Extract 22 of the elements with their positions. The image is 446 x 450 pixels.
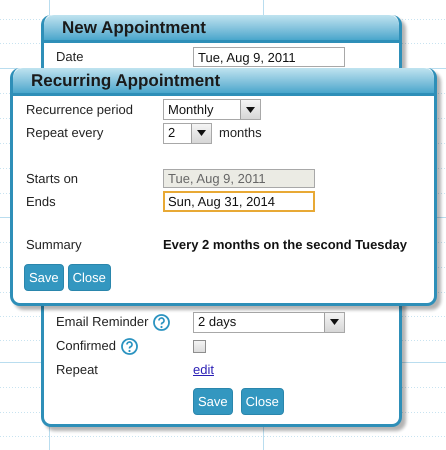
field-label: Starts on: [26, 170, 80, 188]
dialog-title: Recurring Appointment: [31, 70, 220, 92]
field-label: Confirmed: [56, 337, 116, 356]
help-icon[interactable]: [153, 314, 170, 330]
dialog-title: New Appointment: [62, 16, 206, 39]
unit-label: months: [219, 124, 262, 142]
field-label: Date: [56, 48, 84, 66]
repeat-every-select[interactable]: 2: [163, 122, 212, 144]
field-label: Repeat: [56, 361, 99, 380]
field-label: Repeat every: [26, 124, 104, 142]
date-field[interactable]: Tue, Aug 9, 2011: [193, 47, 345, 67]
field-label: Recurrence period: [26, 100, 134, 119]
recurrence-period-select[interactable]: Monthly: [163, 99, 261, 120]
help-icon[interactable]: [120, 338, 138, 354]
confirmed-checkbox[interactable]: [193, 340, 206, 352]
edit-link[interactable]: edit: [193, 360, 214, 380]
summary-text: Every 2 months on the second Tuesday: [163, 236, 407, 254]
field-label: Ends: [26, 192, 57, 211]
field-label: Email Reminder: [56, 313, 148, 332]
email-reminder-select[interactable]: 2 days: [193, 312, 345, 332]
field-label: Summary: [26, 236, 83, 254]
date-field[interactable]: Sun, Aug 31, 2014: [163, 191, 315, 212]
